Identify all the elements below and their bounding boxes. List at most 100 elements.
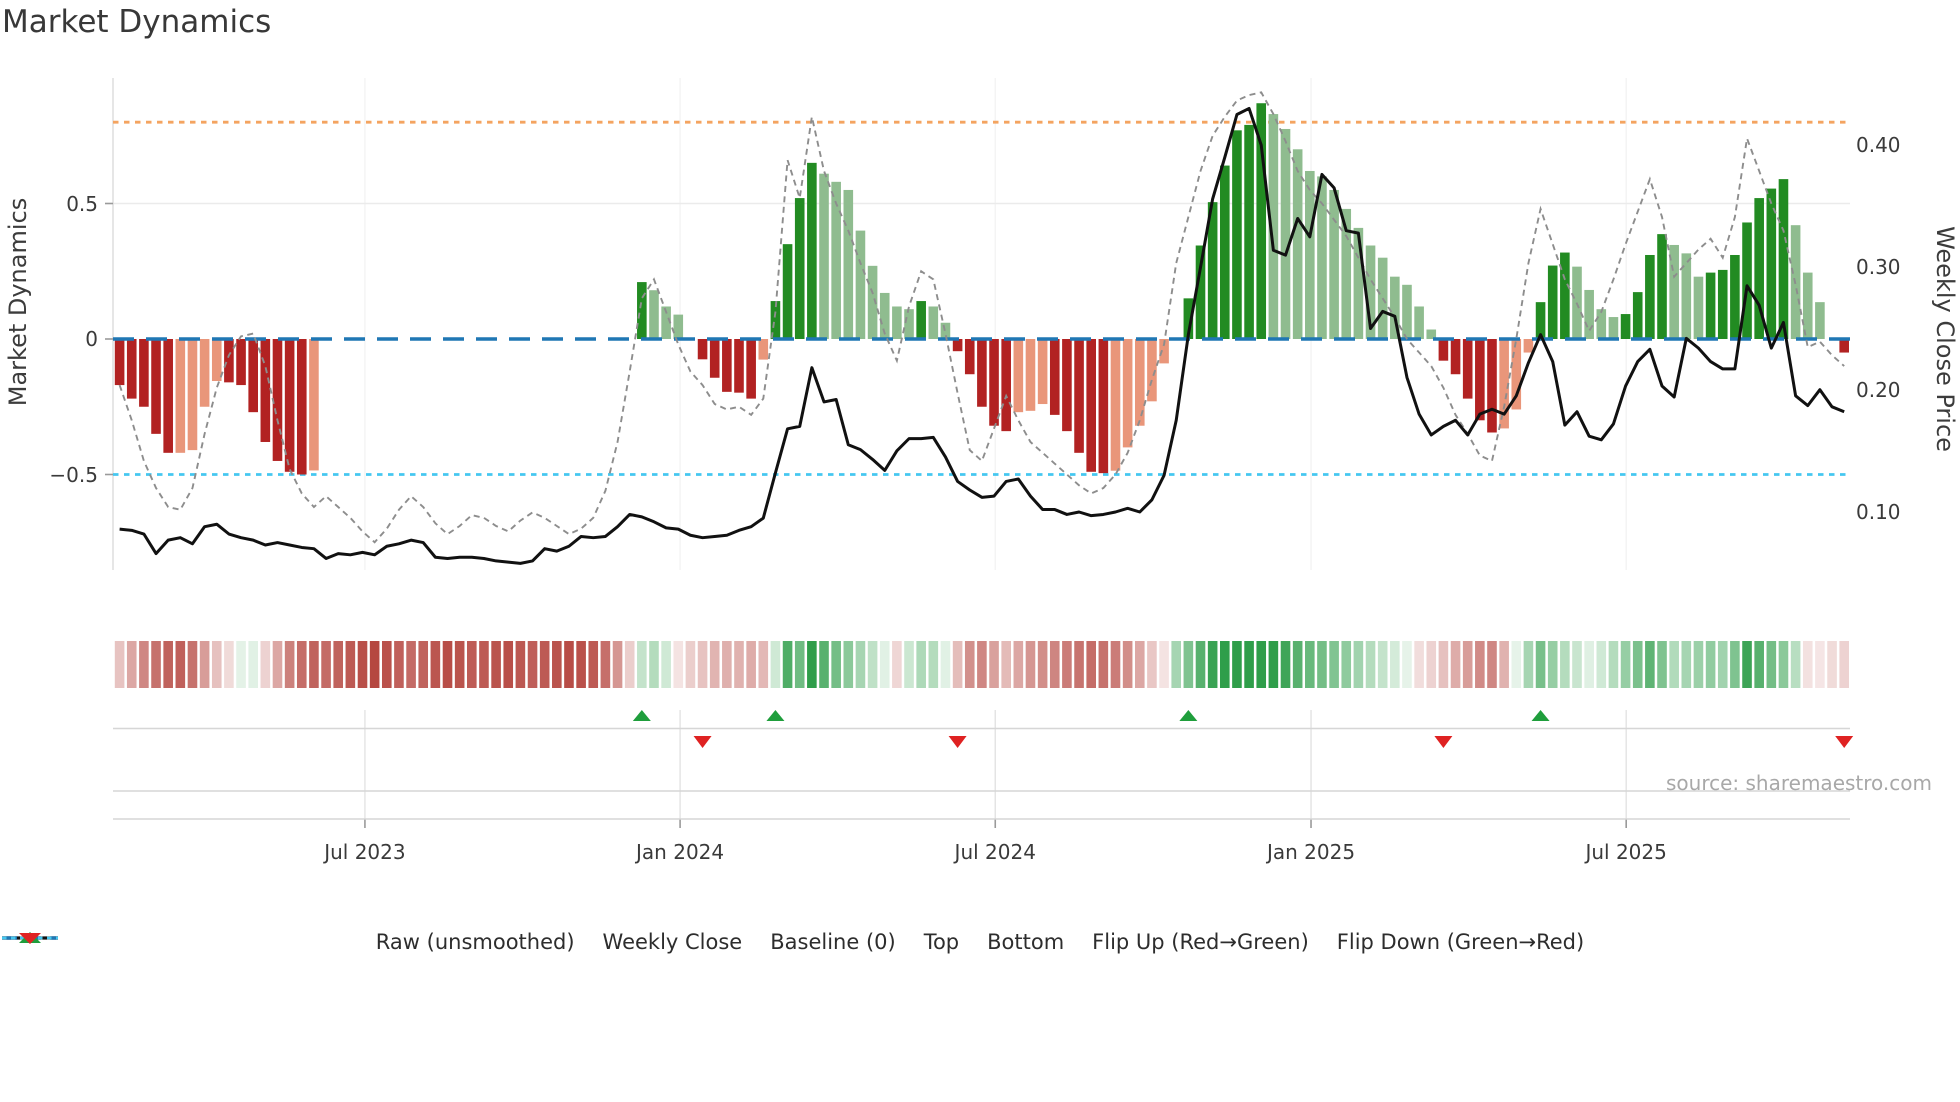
flip-up-marker <box>632 710 651 721</box>
heatmap-cell <box>309 641 319 688</box>
heatmap-cell <box>418 641 429 688</box>
left-tick-label: 0.5 <box>66 191 98 216</box>
oscillator-bar <box>1839 339 1849 353</box>
heatmap-cell <box>1778 641 1789 688</box>
oscillator-bar <box>126 339 137 399</box>
oscillator-bar <box>1475 339 1485 421</box>
heatmap-cell <box>831 641 841 688</box>
heatmap-cell <box>1147 641 1157 688</box>
heatmap-cell <box>1244 641 1254 688</box>
heatmap-cell <box>1025 641 1036 688</box>
heatmap-cell <box>1074 641 1084 688</box>
oscillator-bar <box>1693 276 1704 339</box>
flip-down-marker <box>1835 736 1854 748</box>
right-tick-label: 0.20 <box>1856 377 1901 402</box>
oscillator-bar <box>1730 254 1740 339</box>
oscillator-bar <box>649 290 659 339</box>
oscillator-bar <box>892 306 902 339</box>
heatmap-cell <box>1001 641 1011 688</box>
oscillator-bar <box>1317 176 1327 339</box>
heatmap-cell <box>1232 641 1242 688</box>
oscillator-bar <box>1802 272 1813 339</box>
heatmap-cell <box>1341 641 1352 688</box>
heatmap-cell <box>1827 641 1837 688</box>
heatmap-cell <box>1256 641 1267 688</box>
heatmap-cell <box>1790 641 1801 688</box>
heatmap-cell <box>1620 641 1631 688</box>
left-tick-label: −0.5 <box>49 462 98 487</box>
oscillator-bar <box>1717 269 1728 339</box>
heatmap-cell <box>1049 641 1060 688</box>
heatmap-cell <box>1013 641 1024 688</box>
heatmap-cell <box>1693 641 1704 688</box>
oscillator-bar <box>1134 339 1145 426</box>
oscillator-bar <box>1705 272 1716 339</box>
heatmap-cell <box>1730 641 1740 688</box>
oscillator-bar <box>1219 165 1230 339</box>
oscillator-bar <box>734 339 744 393</box>
heatmap-cell <box>855 641 866 688</box>
x-tick-label: Jan 2024 <box>636 840 725 864</box>
source-credit: source: sharemaestro.com <box>1666 771 1932 795</box>
oscillator-bar <box>1414 306 1424 339</box>
heatmap-cell <box>734 641 744 688</box>
legend-label: Flip Up (Red→Green) <box>1092 930 1309 954</box>
heatmap-cell <box>236 641 246 688</box>
heatmap-cell <box>697 641 708 688</box>
oscillator-bar <box>114 339 125 386</box>
heatmap-cell <box>187 641 198 688</box>
heatmap-cell <box>649 641 659 688</box>
legend-item: Flip Up (Red→Green) <box>19 930 1309 954</box>
flip-up-marker <box>766 710 785 721</box>
heatmap-cell <box>758 641 769 688</box>
heatmap-cell <box>479 641 489 688</box>
x-tick-label: Jul 2024 <box>954 840 1036 864</box>
heatmap-cell <box>1766 641 1777 688</box>
legend-item: Raw (unsmoothed) <box>2 930 575 954</box>
heatmap-cell <box>564 641 574 688</box>
oscillator-bar <box>309 339 319 471</box>
heatmap-cell <box>175 641 186 688</box>
heatmap-cell <box>904 641 914 688</box>
tri-down-swatch-icon <box>19 933 41 944</box>
left-tick-label: 0 <box>85 327 98 351</box>
oscillator-bar <box>904 309 914 339</box>
heatmap-cell <box>163 641 173 688</box>
oscillator-bar <box>1232 130 1242 339</box>
heatmap-cell <box>916 641 926 688</box>
oscillator-bar <box>977 339 987 407</box>
legend-item: Weekly Close <box>2 930 742 954</box>
oscillator-bar <box>673 314 684 339</box>
legend: Raw (unsmoothed) Weekly Close Baseline (0)… <box>0 930 1960 954</box>
oscillator-bar <box>1110 339 1121 471</box>
heatmap-cell <box>1450 641 1461 688</box>
heatmap-cell <box>1390 641 1400 688</box>
heatmap-cell <box>357 641 368 688</box>
heatmap-cell <box>394 641 404 688</box>
oscillator-bar <box>1086 339 1096 472</box>
flip-down-marker <box>1434 736 1453 748</box>
heatmap-cell <box>1098 641 1109 688</box>
heatmap-cell <box>1365 641 1376 688</box>
heatmap-cell <box>454 641 465 688</box>
heatmap-cell <box>296 641 307 688</box>
heatmap-cell <box>284 641 295 688</box>
oscillator-bar <box>1037 339 1048 405</box>
heatmap-cell <box>1317 641 1327 688</box>
oscillator-bar <box>151 339 161 434</box>
heatmap-cell <box>685 641 696 688</box>
heatmap-cell <box>199 641 210 688</box>
legend-item: Top <box>2 930 959 954</box>
oscillator-bar <box>1098 339 1109 474</box>
heatmap-cell <box>964 641 975 688</box>
legend-label: Baseline (0) <box>770 930 896 954</box>
heatmap-cell <box>381 641 392 688</box>
legend-label: Raw (unsmoothed) <box>375 930 575 954</box>
legend-item: Baseline (0) <box>2 930 896 954</box>
oscillator-bar <box>928 306 939 339</box>
heatmap-cell <box>940 641 951 688</box>
legend-item: Flip Down (Green→Red) <box>19 930 1584 954</box>
oscillator-bar <box>1280 128 1291 339</box>
heatmap-cell <box>1511 641 1522 688</box>
heatmap-cell <box>126 641 137 688</box>
